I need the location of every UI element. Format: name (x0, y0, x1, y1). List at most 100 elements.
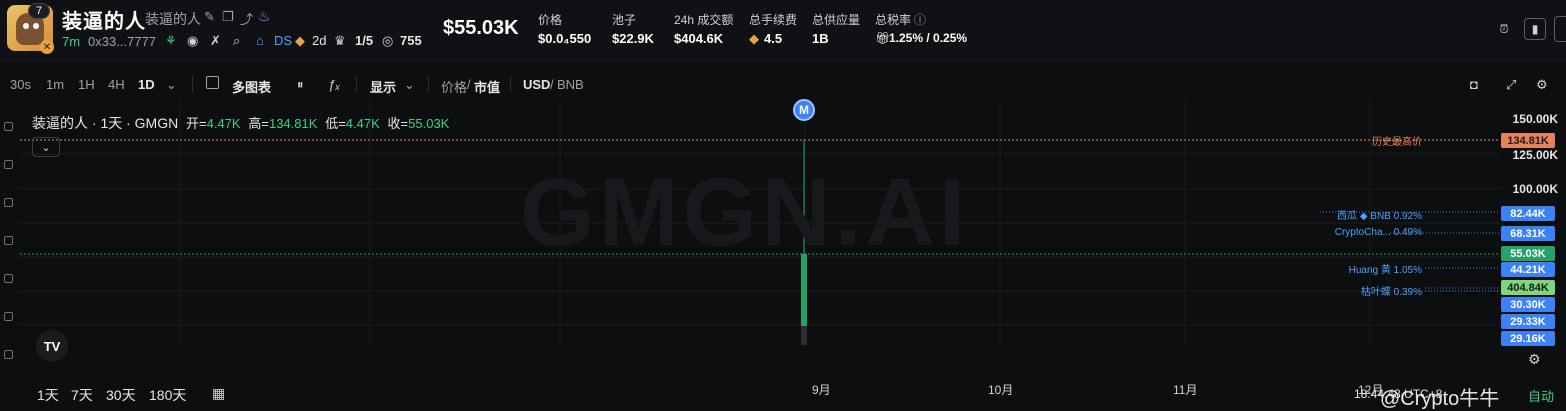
cursor-tool-icon[interactable] (4, 122, 13, 131)
price-tag: 134.81K (1501, 133, 1555, 148)
token-duration: 2d (312, 33, 327, 48)
token-age: 7m (62, 34, 81, 49)
interval-30s[interactable]: 30s (10, 77, 31, 92)
info-icon[interactable]: ⓘ (914, 11, 926, 28)
brush-tool-icon[interactable] (4, 236, 13, 245)
x-tick: 10月 (988, 383, 1014, 397)
stat-label: 总税率 (875, 13, 912, 27)
interval-4h[interactable]: 4H (108, 77, 125, 92)
leaf-icon[interactable]: ⚘ (165, 33, 177, 49)
token-subtitle: 装逼的人 (145, 11, 201, 27)
legend-collapse-button[interactable]: ⌄ (32, 137, 60, 157)
chart-circle-icon[interactable]: ◉ (187, 33, 198, 49)
y-tick: 125.00K (1512, 148, 1558, 162)
interval-1d[interactable]: 1D (138, 77, 155, 92)
range-30d[interactable]: 30天 (106, 385, 136, 405)
fullscreen-icon[interactable]: ⤢ (1506, 77, 1516, 93)
range-1d[interactable]: 1天 (37, 385, 59, 405)
measure-tool-icon[interactable] (4, 312, 13, 321)
calendar-icon[interactable]: ▦ (212, 385, 225, 402)
alarm-icon[interactable]: ⏰︎ (1493, 18, 1515, 40)
drawing-toolbar (0, 100, 20, 380)
layout-icon[interactable]: ▮ (1524, 18, 1546, 40)
stat-value: $0.0₄550 (538, 31, 592, 46)
chain-icon: ✕ (40, 40, 54, 54)
ohlc-legend: 装逼的人 · 1天 · GMGN 开=4.47K 高=134.81K 低=4.4… (32, 113, 449, 133)
count-badge: 7 (28, 3, 50, 19)
high-key: 高= (248, 116, 269, 131)
price-tag: 404.84K (1501, 280, 1555, 295)
stat-label: 池子 (612, 13, 637, 27)
stat-value: $22.9K (612, 31, 654, 46)
settings-icon[interactable]: ⚙ (1536, 77, 1548, 93)
fee-icon: ◆ (749, 31, 759, 46)
bnb-toggle[interactable]: BNB (557, 77, 584, 92)
current-price: $55.03K (443, 17, 519, 39)
zoom-tool-icon[interactable] (4, 350, 13, 359)
legend-title: 装逼的人 · 1天 · GMGN (32, 115, 179, 131)
display-chevron-icon[interactable]: ⌄ (404, 77, 415, 93)
axis-settings-icon[interactable]: ⚙ (1528, 351, 1541, 368)
stat-value: 4.5 (764, 31, 783, 46)
auto-scale-button[interactable]: 自动 (1528, 386, 1554, 405)
text-tool-icon[interactable] (4, 274, 13, 283)
price-tag: 55.03K (1501, 246, 1555, 261)
interval-chevron-icon[interactable]: ⌄ (166, 77, 177, 93)
candle-icon[interactable]: ⏸︎ (297, 77, 304, 93)
y-tick: 150.00K (1512, 112, 1558, 126)
low-key: 低= (325, 116, 346, 131)
checkbox-icon[interactable] (206, 76, 219, 89)
volume-bar (801, 326, 807, 345)
stat-value: $404.6K (674, 31, 724, 46)
display-button[interactable]: 显示 (370, 77, 396, 96)
interval-1m[interactable]: 1m (46, 77, 64, 92)
holder-annotation: 枯叶蝶 0.39% (1360, 287, 1422, 298)
token-address[interactable]: 0x33...7777 (88, 34, 156, 49)
line-tool-icon[interactable] (4, 160, 13, 169)
panel-toggle[interactable] (1554, 16, 1566, 42)
x-tick: 9月 (812, 383, 831, 397)
bnb-icon: ◆ (295, 33, 305, 48)
migration-marker[interactable]: M (793, 99, 815, 121)
range-180d[interactable]: 180天 (149, 385, 186, 405)
open-key: 开= (186, 116, 207, 131)
usd-toggle[interactable]: USD (523, 77, 550, 92)
fib-tool-icon[interactable] (4, 198, 13, 207)
chart-toolbar: 30s 1m 1H 4H 1D ⌄ 多图表 ⏸︎ ƒₓ 显示 ⌄ 价格 / 市值… (0, 70, 1566, 98)
stat-label: 价格 (538, 13, 563, 27)
eye-icon: ◎ (382, 33, 394, 48)
flame-icon: ♨ (258, 8, 271, 24)
slash: / (550, 77, 554, 92)
open-value: 4.47K (206, 116, 241, 131)
ath-label: 历史最高价 (1372, 137, 1422, 148)
copy-icon[interactable]: ❐ (222, 9, 234, 25)
hat-icon: ⌂ (256, 33, 264, 48)
multi-chart-button[interactable]: 多图表 (232, 77, 271, 96)
token-header (0, 0, 1566, 62)
interval-1h[interactable]: 1H (78, 77, 95, 92)
x-tick: 11月 (1173, 383, 1198, 397)
holders-ratio: 1/5 (355, 33, 374, 48)
price-tag: 30.30K (1501, 297, 1555, 312)
chain-tag: DS (274, 33, 293, 48)
gift-icon: 🎁︎ (875, 31, 891, 45)
camera-icon[interactable]: ◘ (1470, 77, 1478, 92)
low-value: 4.47K (345, 116, 380, 131)
stat-label: 总供应量 (812, 13, 861, 27)
range-7d[interactable]: 7天 (71, 385, 93, 405)
overlay-watermark: @Crypto牛牛 (1380, 388, 1500, 410)
price-tag: 29.33K (1501, 314, 1555, 329)
y-tick: 100.00K (1512, 182, 1558, 196)
edit-icon[interactable]: ✎ (204, 9, 215, 25)
slash: / (467, 77, 471, 92)
twitter-icon[interactable]: ✗ (210, 33, 221, 49)
tradingview-logo-icon[interactable]: TV (36, 330, 68, 362)
holder-annotation: Huang 黄 1.05% (1348, 265, 1422, 276)
mcap-toggle[interactable]: 市值 (474, 77, 500, 96)
indicator-icon[interactable]: ƒₓ (328, 77, 340, 92)
search-icon[interactable]: ⌕ (233, 33, 240, 49)
price-toggle[interactable]: 价格 (441, 77, 467, 96)
avatar-eye (33, 23, 39, 29)
divider (510, 76, 511, 92)
share-icon[interactable]: ⤴ (240, 9, 253, 28)
